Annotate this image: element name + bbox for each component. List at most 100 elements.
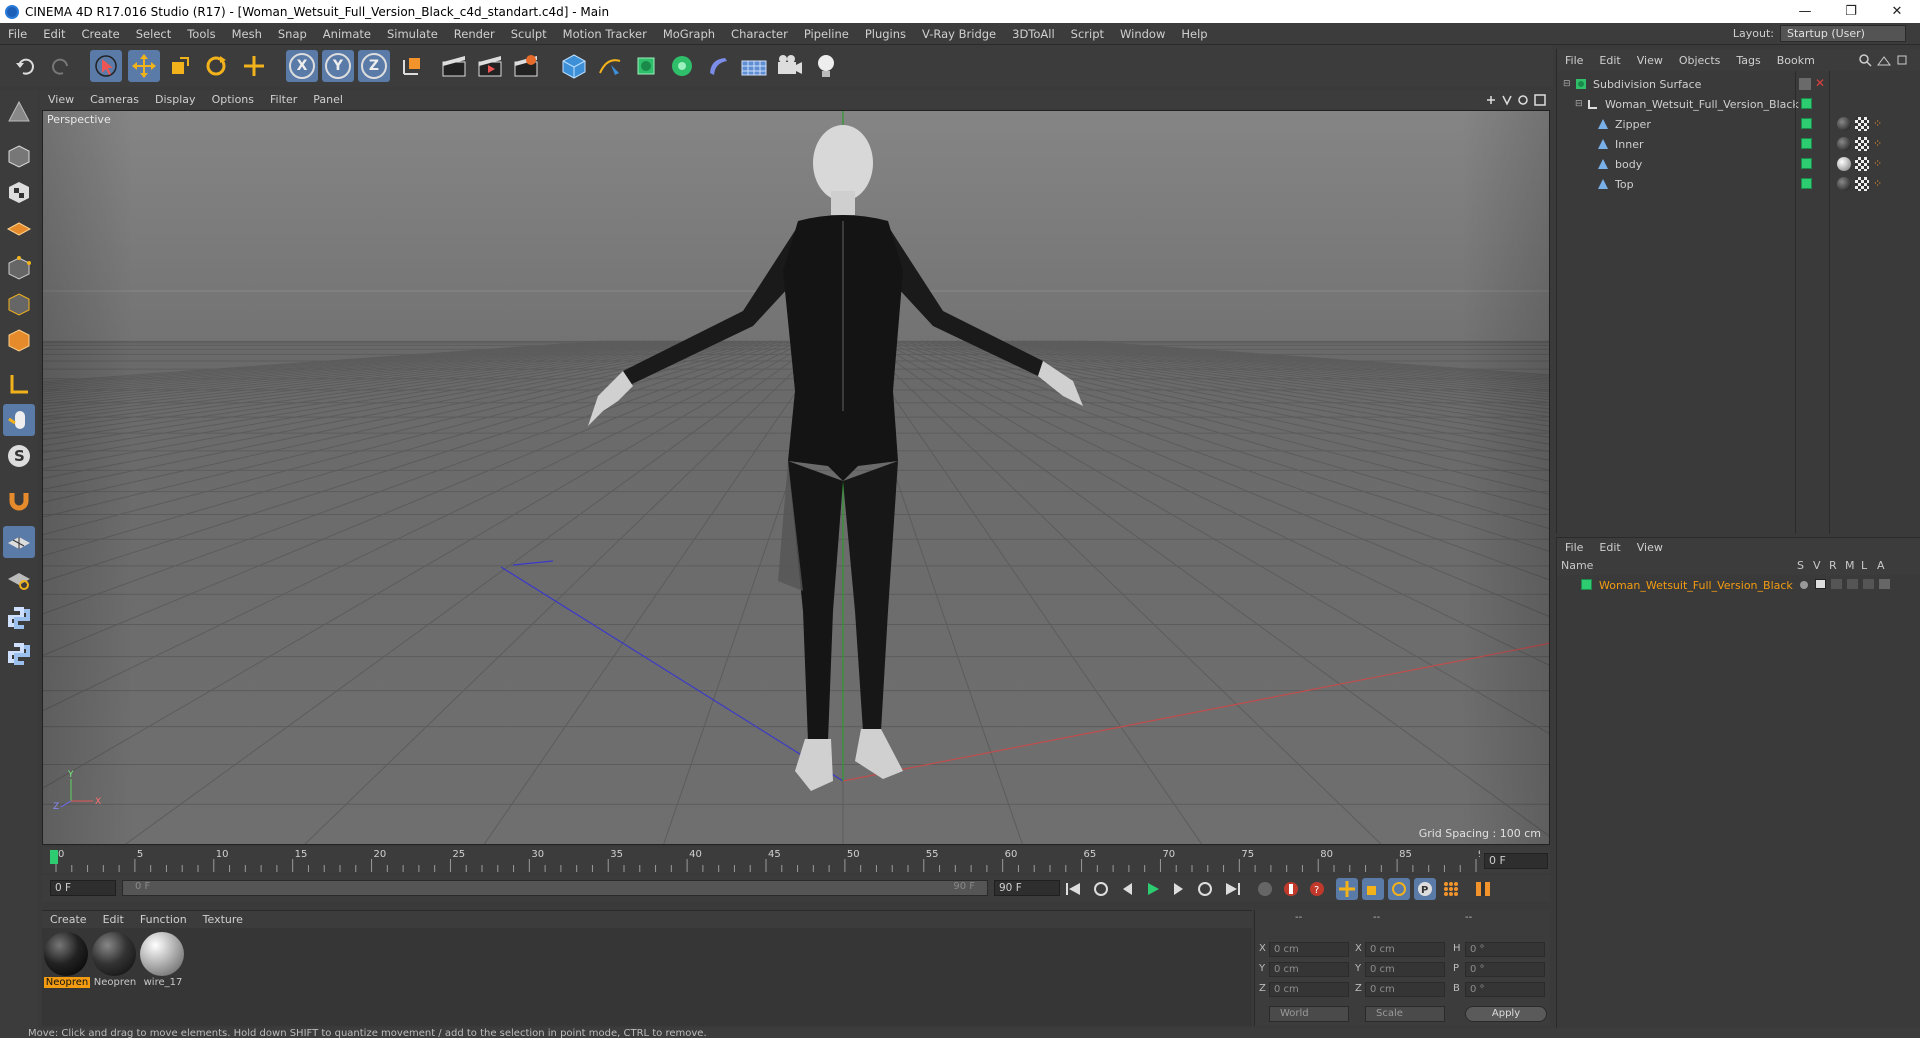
object-row-woman-wetsuit[interactable]: ⊟ Woman_Wetsuit_Full_Version_Black	[1557, 94, 1920, 114]
apply-button[interactable]: Apply	[1465, 1006, 1547, 1022]
key-rotation-button[interactable]	[1388, 878, 1410, 900]
object-menu-tags[interactable]: Tags	[1728, 54, 1768, 67]
layout-dropdown[interactable]: Startup (User)	[1780, 25, 1906, 42]
next-frame-button[interactable]	[1168, 878, 1190, 900]
z-axis-lock-button[interactable]: Z	[358, 50, 390, 82]
layer-menu-file[interactable]: File	[1557, 541, 1591, 554]
material-item[interactable]: Neopren	[92, 932, 138, 988]
perspective-viewport[interactable]: Y X Z Perspective Grid Spacing : 100 cm	[42, 110, 1550, 845]
y-axis-lock-button[interactable]: Y	[322, 50, 354, 82]
material-tag-icon[interactable]	[1837, 117, 1851, 131]
object-menu-file[interactable]: File	[1557, 54, 1591, 67]
motion-record-button[interactable]	[1254, 878, 1276, 900]
enable-workplane-button[interactable]	[3, 526, 35, 558]
next-key-button[interactable]	[1194, 878, 1216, 900]
points-mode-button[interactable]	[3, 252, 35, 284]
object-row-zipper[interactable]: Zipper ⁘	[1557, 114, 1920, 134]
make-editable-button[interactable]	[3, 96, 35, 128]
edges-mode-button[interactable]	[3, 288, 35, 320]
layer-menu-view[interactable]: View	[1629, 541, 1671, 554]
subdivision-surface-button[interactable]	[630, 50, 662, 82]
viewport-nav-icons[interactable]	[1483, 93, 1547, 107]
range-slider[interactable]: 0 F 90 F	[122, 880, 988, 896]
viewport-menu-display[interactable]: Display	[147, 93, 204, 106]
uvw-tag-icon[interactable]	[1855, 117, 1869, 131]
render-to-picture-viewer-button[interactable]	[474, 50, 506, 82]
goto-start-button[interactable]	[1062, 878, 1084, 900]
menu-edit[interactable]: Edit	[35, 27, 73, 41]
layer-row[interactable]: Woman_Wetsuit_Full_Version_Black	[1557, 575, 1920, 595]
live-selection-button[interactable]	[90, 50, 122, 82]
move-tool-button[interactable]	[128, 50, 160, 82]
layer-color-dot[interactable]	[1801, 178, 1812, 189]
prev-key-button[interactable]	[1090, 878, 1112, 900]
menu-pipeline[interactable]: Pipeline	[796, 27, 857, 41]
material-menu-edit[interactable]: Edit	[95, 913, 132, 926]
workplane-mode-button[interactable]	[3, 212, 35, 244]
end-frame-field[interactable]: 90 F	[994, 880, 1060, 896]
layer-color-dot[interactable]	[1801, 98, 1812, 109]
material-item[interactable]: Neopren	[44, 932, 90, 988]
timeline-ticks[interactable]: 0 5 10 15 20 25 30 35 40 45 50 55 60 65 70 75 80 85 90	[50, 847, 1480, 873]
menu-snap[interactable]: Snap	[270, 27, 315, 41]
menu-window[interactable]: Window	[1112, 27, 1173, 41]
object-menu-objects[interactable]: Objects	[1671, 54, 1729, 67]
collapse-toggle[interactable]: ⊟	[1575, 99, 1583, 109]
coordinate-system-button[interactable]	[396, 50, 428, 82]
camera-button[interactable]	[774, 50, 806, 82]
menu-render[interactable]: Render	[446, 27, 503, 41]
solo-toggle[interactable]	[1800, 581, 1808, 589]
material-menu-create[interactable]: Create	[42, 913, 95, 926]
menu-animate[interactable]: Animate	[315, 27, 379, 41]
visible-toggle[interactable]	[1815, 579, 1826, 589]
key-parameter-button[interactable]: P	[1414, 878, 1436, 900]
object-row-top[interactable]: Top ⁘	[1557, 174, 1920, 194]
menu-script[interactable]: Script	[1063, 27, 1112, 41]
position-x-field[interactable]: 0 cm	[1269, 942, 1349, 957]
scale-tool-button[interactable]	[164, 50, 196, 82]
play-button[interactable]	[1142, 878, 1164, 900]
menu-character[interactable]: Character	[723, 27, 796, 41]
object-row-subdivision-surface[interactable]: ⊟ Subdivision Surface ✕	[1557, 74, 1920, 94]
snap-button[interactable]	[3, 484, 35, 516]
deformer-button[interactable]	[702, 50, 734, 82]
layer-color-dot[interactable]	[1801, 158, 1812, 169]
selection-tag-icon[interactable]: ⁘	[1873, 137, 1882, 150]
selection-tag-icon[interactable]: ⁘	[1873, 177, 1882, 190]
render-toggle[interactable]	[1831, 579, 1842, 589]
selection-tag-icon[interactable]: ⁘	[1873, 117, 1882, 130]
locked-toggle[interactable]	[1863, 579, 1874, 589]
rotation-b-field[interactable]: 0 °	[1465, 982, 1545, 997]
uvw-tag-icon[interactable]	[1855, 177, 1869, 191]
menu-simulate[interactable]: Simulate	[379, 27, 446, 41]
rotation-p-field[interactable]: 0 °	[1465, 962, 1545, 977]
rotate-tool-button[interactable]	[200, 50, 232, 82]
size-z-field[interactable]: 0 cm	[1365, 982, 1445, 997]
uvw-tag-icon[interactable]	[1855, 157, 1869, 171]
render-view-button[interactable]	[438, 50, 470, 82]
uvw-tag-icon[interactable]	[1855, 137, 1869, 151]
animation-toggle[interactable]	[1879, 579, 1890, 589]
menu-file[interactable]: File	[0, 27, 35, 41]
key-pla-button[interactable]	[1440, 878, 1462, 900]
polygons-mode-button[interactable]	[3, 324, 35, 356]
python-script-button-2[interactable]	[3, 638, 35, 670]
menu-mesh[interactable]: Mesh	[224, 27, 270, 41]
undo-button[interactable]	[10, 50, 42, 82]
model-mode-button[interactable]	[3, 140, 35, 172]
tweak-mode-button[interactable]	[3, 404, 35, 436]
redo-button[interactable]	[44, 50, 76, 82]
key-scale-button[interactable]	[1362, 878, 1384, 900]
rotation-h-field[interactable]: 0 °	[1465, 942, 1545, 957]
floor-button[interactable]	[738, 50, 770, 82]
menu-motion-tracker[interactable]: Motion Tracker	[555, 27, 655, 41]
current-frame-field[interactable]: 0 F	[1484, 853, 1548, 869]
viewport-menu-cameras[interactable]: Cameras	[82, 93, 147, 106]
layer-color-dot[interactable]	[1581, 579, 1592, 590]
coordinate-space-dropdown[interactable]: World	[1269, 1006, 1349, 1022]
goto-end-button[interactable]	[1222, 878, 1244, 900]
menu-3dtoall[interactable]: 3DToAll	[1004, 27, 1063, 41]
texture-mode-button[interactable]	[3, 176, 35, 208]
object-menu-bookmarks[interactable]: Bookm	[1769, 54, 1823, 67]
autokey-button[interactable]: ?	[1306, 878, 1328, 900]
